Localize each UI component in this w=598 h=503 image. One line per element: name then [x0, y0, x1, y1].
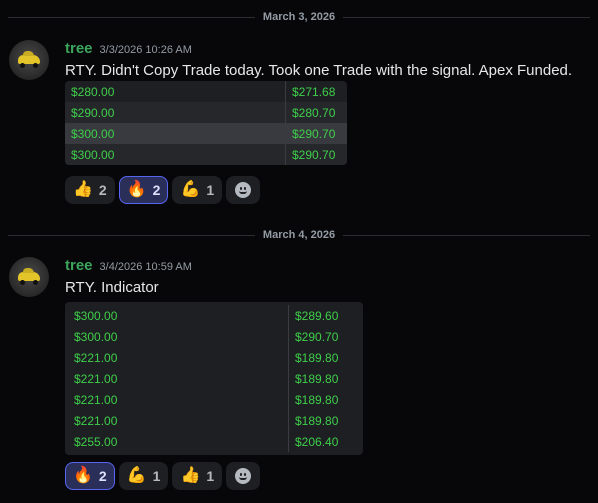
table-cell: $221.00	[65, 389, 289, 410]
table-cell: $300.00	[65, 123, 286, 144]
table-row: $300.00 $290.70	[65, 144, 347, 165]
reaction-thumbs-up[interactable]: 👍 1	[172, 462, 223, 490]
table-row: $300.00 $290.70	[65, 326, 363, 347]
reaction-fire[interactable]: 🔥 2	[65, 462, 115, 490]
table-cell: $290.70	[292, 147, 336, 162]
reactions-bar: 🔥 2 💪 1 👍 1	[65, 462, 261, 490]
smiley-face-icon	[235, 182, 252, 198]
flexed-biceps-icon: 💪	[126, 467, 147, 484]
reaction-flexed-biceps[interactable]: 💪 1	[118, 462, 169, 490]
date-divider: March 4, 2026	[8, 228, 590, 242]
thumbs-up-icon: 👍	[180, 467, 201, 484]
reaction-flexed-biceps[interactable]: 💪 1	[172, 176, 223, 204]
avatar[interactable]	[9, 40, 49, 80]
reaction-fire[interactable]: 🔥 2	[118, 176, 169, 204]
reactions-bar: 👍 2 🔥 2 💪 1	[65, 176, 261, 204]
fire-icon: 🔥	[73, 467, 93, 484]
avatar[interactable]	[9, 257, 49, 297]
table-row: $221.00 $189.80	[65, 347, 363, 368]
table-cell: $280.70	[292, 105, 336, 120]
table-cell: $221.00	[65, 347, 289, 368]
date-divider: March 3, 2026	[8, 10, 590, 24]
smiley-face-icon	[235, 468, 252, 484]
table-cell: $271.68	[292, 84, 336, 99]
table-row: $221.00 $189.80	[65, 368, 363, 389]
table-row: $290.00 $280.70	[65, 102, 347, 123]
table-row: $255.00 $206.40	[65, 431, 363, 452]
table-cell: $221.00	[65, 368, 289, 389]
table-cell: $290.70	[292, 126, 336, 141]
table-cell: $290.00	[65, 102, 286, 123]
table-cell: $300.00	[65, 305, 289, 326]
add-reaction-button[interactable]	[226, 462, 261, 490]
table-cell: $280.00	[65, 81, 286, 102]
table-cell: $300.00	[65, 326, 289, 347]
table-cell: $289.60	[295, 308, 339, 323]
date-divider-label: March 3, 2026	[262, 11, 336, 23]
timestamp[interactable]: 3/3/2026 10:26 AM	[100, 44, 192, 56]
reaction-count: 2	[152, 182, 161, 198]
add-reaction-button[interactable]	[226, 176, 261, 204]
username[interactable]: tree	[65, 40, 93, 57]
message-text: RTY. Didn't Copy Trade today. Took one T…	[65, 62, 573, 79]
date-divider-label: March 4, 2026	[262, 229, 336, 241]
thumbs-up-icon: 👍	[73, 181, 93, 198]
fire-icon: 🔥	[126, 181, 147, 198]
reaction-count: 2	[98, 468, 107, 484]
flexed-biceps-icon: 💪	[180, 181, 201, 198]
table-cell: $290.70	[295, 329, 339, 344]
message-header: tree 3/4/2026 10:59 AM	[65, 257, 192, 274]
reaction-count: 2	[98, 182, 107, 198]
table-cell: $206.40	[295, 434, 339, 449]
reaction-count: 1	[152, 468, 161, 484]
table-cell: $189.80	[295, 350, 339, 365]
reaction-count: 1	[206, 182, 215, 198]
table-row: $280.00 $271.68	[65, 81, 347, 102]
table-cell: $255.00	[65, 431, 289, 452]
reaction-thumbs-up[interactable]: 👍 2	[65, 176, 115, 204]
table-cell: $189.80	[295, 392, 339, 407]
table-row: $221.00 $189.80	[65, 389, 363, 410]
table-cell: $300.00	[65, 144, 286, 165]
timestamp[interactable]: 3/4/2026 10:59 AM	[100, 261, 192, 273]
table-row: $221.00 $189.80	[65, 410, 363, 431]
table-cell: $221.00	[65, 410, 289, 431]
table-row: $300.00 $290.70	[65, 123, 347, 144]
username[interactable]: tree	[65, 257, 93, 274]
message-header: tree 3/3/2026 10:26 AM	[65, 40, 192, 57]
trade-table: $280.00 $271.68 $290.00 $280.70 $300.00 …	[65, 81, 347, 165]
table-cell: $189.80	[295, 371, 339, 386]
reaction-count: 1	[206, 468, 215, 484]
table-row: $300.00 $289.60	[65, 305, 363, 326]
table-cell: $189.80	[295, 413, 339, 428]
trade-table: $300.00 $289.60 $300.00 $290.70 $221.00 …	[65, 302, 363, 455]
message-text: RTY. Indicator	[65, 279, 159, 296]
